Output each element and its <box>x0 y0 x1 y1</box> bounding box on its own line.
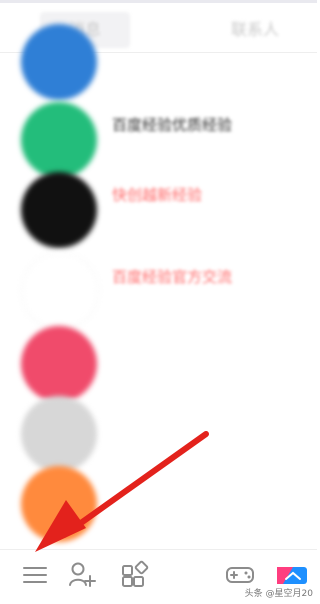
status-strip <box>0 0 317 3</box>
avatar <box>21 252 99 330</box>
avatar <box>21 466 97 542</box>
conversation-item[interactable]: 百度经验官方交流 <box>0 248 317 330</box>
watermark: 头条 @星空月20 <box>244 589 313 599</box>
conversation-title: 百度经验官方交流 <box>112 268 233 286</box>
conversation-list: 百度经验优质经验 快创越新经验 百度经验官方交流 <box>0 24 317 544</box>
apps-icon[interactable] <box>117 558 151 592</box>
avatar <box>21 172 97 248</box>
conversation-item[interactable] <box>0 320 317 402</box>
menu-icon[interactable] <box>18 558 52 592</box>
conversation-item[interactable]: 快创越新经验 <box>0 166 317 248</box>
add-contact-icon[interactable] <box>64 558 98 592</box>
conversation-item[interactable] <box>0 464 317 544</box>
conversation-title: 快创越新经验 <box>112 186 203 204</box>
avatar <box>21 326 97 402</box>
conversation-item[interactable]: 百度经验优质经验 <box>0 94 317 178</box>
avatar <box>21 396 97 472</box>
avatar <box>21 24 97 100</box>
conversation-title: 百度经验优质经验 <box>112 116 233 134</box>
